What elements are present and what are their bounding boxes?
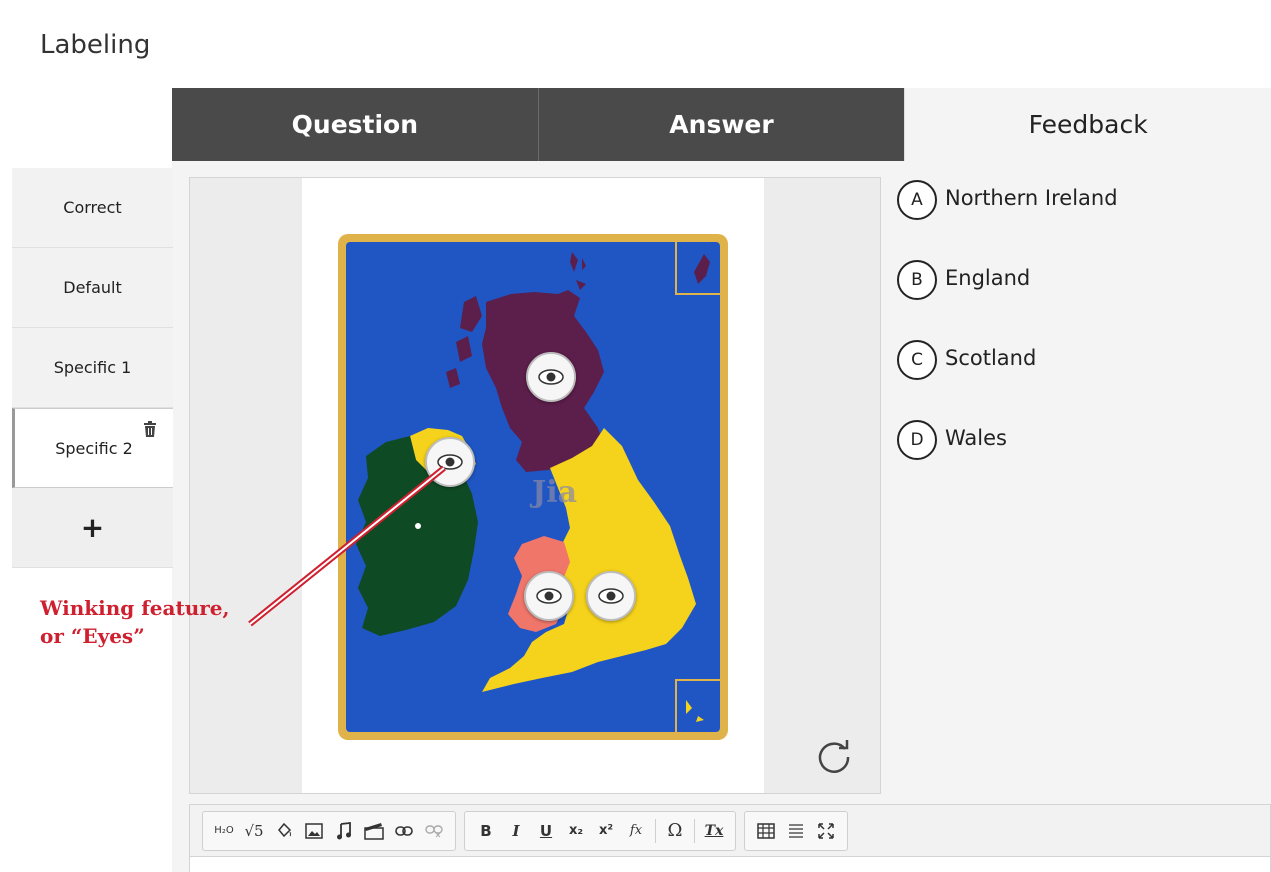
answer-item-c[interactable]: C Scotland — [897, 340, 1118, 420]
clear-format-button[interactable]: Tx — [699, 816, 729, 846]
answer-list: A Northern Ireland B England C Scotland … — [897, 180, 1118, 500]
toolbar-separator — [655, 818, 656, 843]
refresh-icon[interactable] — [812, 735, 856, 779]
chemistry-button[interactable]: H₂O — [209, 816, 239, 846]
annotation-line: Winking feature, — [40, 596, 230, 620]
formula-button[interactable]: fx — [621, 816, 651, 846]
special-char-button[interactable]: Ω — [660, 816, 690, 846]
superscript-button[interactable]: x² — [591, 816, 621, 846]
answer-label: England — [945, 266, 1031, 290]
answer-label: Wales — [945, 426, 1007, 450]
answer-letter: C — [897, 340, 937, 380]
answer-item-d[interactable]: D Wales — [897, 420, 1118, 500]
toolbar-group-layout — [744, 810, 848, 851]
subscript-button[interactable]: x₂ — [561, 816, 591, 846]
horizontal-rule-icon[interactable] — [781, 816, 811, 846]
editor-body[interactable] — [189, 856, 1271, 872]
answer-letter: B — [897, 260, 937, 300]
bold-button[interactable]: B — [471, 816, 501, 846]
answer-item-a[interactable]: A Northern Ireland — [897, 180, 1118, 260]
paint-bucket-icon[interactable] — [269, 816, 299, 846]
underline-button[interactable]: U — [531, 816, 561, 846]
link-icon[interactable] — [389, 816, 419, 846]
answer-item-b[interactable]: B England — [897, 260, 1118, 340]
answer-label: Northern Ireland — [945, 186, 1118, 210]
annotation-text: Winking feature, or “Eyes” — [40, 594, 229, 650]
italic-button[interactable]: I — [501, 816, 531, 846]
audio-icon[interactable] — [329, 816, 359, 846]
fullscreen-icon[interactable] — [811, 816, 841, 846]
unlink-icon[interactable] — [419, 816, 449, 846]
math-button[interactable]: √5 — [239, 816, 269, 846]
answer-letter: D — [897, 420, 937, 460]
toolbar-group-insert: H₂O √5 — [202, 810, 456, 851]
table-icon[interactable] — [751, 816, 781, 846]
video-icon[interactable] — [359, 816, 389, 846]
toolbar-separator — [694, 818, 695, 843]
toolbar-group-format: B I U x₂ x² fx Ω Tx — [464, 810, 736, 851]
image-icon[interactable] — [299, 816, 329, 846]
answer-letter: A — [897, 180, 937, 220]
annotation-line: or “Eyes” — [40, 624, 145, 648]
answer-label: Scotland — [945, 346, 1037, 370]
editor-toolbar: H₂O √5 B I U x₂ x² fx Ω Tx — [189, 804, 1271, 856]
